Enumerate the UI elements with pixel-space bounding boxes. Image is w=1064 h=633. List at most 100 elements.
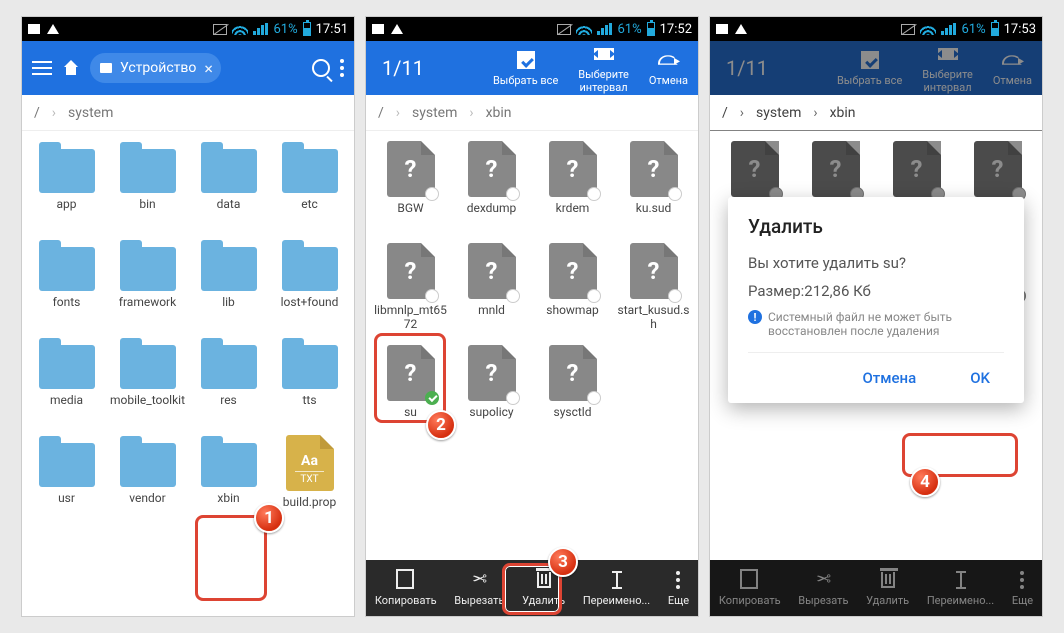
- dialog-warning: ! Системный файл не может быть восстанов…: [748, 310, 1004, 338]
- folder-item[interactable]: lib: [188, 235, 269, 327]
- close-icon[interactable]: ×: [204, 59, 213, 78]
- battery-icon: [303, 22, 311, 36]
- folder-item[interactable]: res: [188, 333, 269, 425]
- file-item[interactable]: krdem: [532, 137, 613, 233]
- folder-item[interactable]: media: [26, 333, 107, 425]
- scissors-icon: [469, 570, 489, 590]
- file-item-buildprop[interactable]: Aa TXT build.prop: [269, 431, 350, 527]
- folder-item[interactable]: mobile_toolkit: [107, 333, 188, 425]
- file-item[interactable]: dexdump: [451, 137, 532, 233]
- warning-icon: [47, 24, 59, 34]
- delete-button[interactable]: Удалить: [516, 566, 571, 611]
- more-icon: [1020, 571, 1024, 589]
- cut-button[interactable]: Вырезать: [448, 566, 510, 611]
- device-label: Устройство: [120, 60, 196, 76]
- chevron-right-icon: ›: [396, 105, 400, 121]
- warning-icon: [735, 24, 747, 34]
- undo-icon: [1002, 55, 1022, 65]
- copy-button: Копировать: [713, 566, 787, 611]
- folder-item[interactable]: bin: [107, 137, 188, 229]
- file-item[interactable]: BGW: [370, 137, 451, 233]
- folder-icon: [282, 247, 338, 291]
- dialog-cancel-button[interactable]: Отмена: [848, 363, 930, 393]
- folder-item[interactable]: app: [26, 137, 107, 229]
- search-icon[interactable]: [312, 59, 330, 77]
- dialog-message: Вы хотите удалить su?: [748, 254, 1004, 272]
- screenshot-icon: [372, 24, 384, 34]
- more-button: Еще: [1006, 566, 1039, 611]
- wifi-icon: [920, 23, 936, 35]
- unknown-file-icon: [468, 345, 516, 401]
- folder-icon: [282, 345, 338, 389]
- selection-count: 1/11: [366, 56, 440, 80]
- folder-item[interactable]: lost+found: [269, 235, 350, 327]
- undo-icon: [658, 55, 678, 65]
- check-icon: [425, 391, 439, 405]
- unknown-file-icon: [974, 141, 1022, 197]
- select-interval-button[interactable]: Выберите интервал: [568, 39, 639, 98]
- folder-item[interactable]: framework: [107, 235, 188, 327]
- chevron-right-icon: ›: [469, 105, 473, 121]
- breadcrumb[interactable]: / › system › xbin: [366, 95, 698, 131]
- home-icon[interactable]: [62, 60, 80, 76]
- delete-button: Удалить: [860, 566, 915, 611]
- selection-toolbar: 1/11 Выбрать все Выберите интервал Отмен…: [366, 41, 698, 95]
- signal-icon: [941, 23, 956, 35]
- file-item[interactable]: mnld: [451, 239, 532, 335]
- rename-button[interactable]: Переимено...: [577, 566, 656, 611]
- menu-icon[interactable]: [32, 61, 52, 75]
- warning-icon: [391, 24, 403, 34]
- selection-toolbar: 1/11 Выбрать все Выберите интервал Отмен…: [710, 41, 1042, 95]
- folder-item-xbin[interactable]: xbin: [188, 431, 269, 527]
- file-item[interactable]: start_kusud.sh: [613, 239, 694, 335]
- file-item-su[interactable]: su: [370, 341, 451, 437]
- status-bar: 61% 17:53: [710, 17, 1042, 41]
- unknown-file-icon: [387, 243, 435, 299]
- folder-icon: [39, 443, 95, 487]
- file-item[interactable]: showmap: [532, 239, 613, 335]
- folder-icon: [201, 247, 257, 291]
- select-all-button[interactable]: Выбрать все: [483, 39, 568, 98]
- breadcrumb[interactable]: / › system: [22, 95, 354, 131]
- file-grid: BGW dexdump krdem ku.sud libmnlp_mt6572 …: [366, 131, 698, 443]
- bottom-bar: Копировать Вырезать Удалить Переимено...…: [710, 560, 1042, 616]
- folder-item[interactable]: data: [188, 137, 269, 229]
- unknown-file-icon: [549, 141, 597, 197]
- folder-icon: [120, 443, 176, 487]
- folder-item[interactable]: fonts: [26, 235, 107, 327]
- file-item[interactable]: supolicy: [451, 341, 532, 437]
- wifi-icon: [232, 23, 248, 35]
- folder-item[interactable]: vendor: [107, 431, 188, 527]
- dialog-ok-button[interactable]: OK: [956, 363, 1004, 393]
- chevron-right-icon: ›: [740, 105, 744, 121]
- more-button[interactable]: Еще: [662, 566, 695, 611]
- copy-button[interactable]: Копировать: [369, 566, 443, 611]
- chevron-right-icon: ›: [52, 105, 56, 121]
- screen-2: 61% 17:52 1/11 Выбрать все Выберите инте…: [365, 16, 699, 617]
- breadcrumb: / › system › xbin: [710, 95, 1042, 131]
- device-chip[interactable]: Устройство ×: [90, 53, 221, 83]
- step-badge-4: 4: [910, 467, 940, 497]
- unknown-file-icon: [630, 243, 678, 299]
- clock: 17:52: [660, 22, 692, 37]
- file-item[interactable]: libmnlp_mt6572: [370, 239, 451, 335]
- screenshot-icon: [716, 24, 728, 34]
- select-all-button: Выбрать все: [827, 39, 912, 98]
- selection-count: 1/11: [710, 56, 784, 80]
- status-bar: 61% 17:51: [22, 17, 354, 41]
- folder-icon: [201, 443, 257, 487]
- folder-item[interactable]: tts: [269, 333, 350, 425]
- clock: 17:51: [316, 22, 348, 37]
- folder-item[interactable]: etc: [269, 137, 350, 229]
- folder-item[interactable]: usr: [26, 431, 107, 527]
- cancel-selection-button[interactable]: Отмена: [639, 39, 698, 98]
- folder-icon: [201, 149, 257, 193]
- more-icon[interactable]: [340, 59, 344, 77]
- cut-button: Вырезать: [792, 566, 854, 611]
- unknown-file-icon: [893, 141, 941, 197]
- trash-icon: [881, 572, 895, 588]
- file-item[interactable]: ku.sud: [613, 137, 694, 233]
- file-item[interactable]: sysctld: [532, 341, 613, 437]
- unknown-file-icon: [468, 243, 516, 299]
- clock: 17:53: [1004, 22, 1036, 37]
